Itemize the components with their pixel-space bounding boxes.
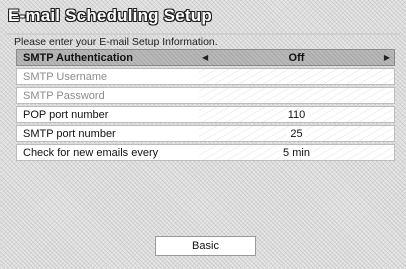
basic-button[interactable]: Basic	[155, 236, 256, 256]
setting-value: 25	[287, 127, 306, 140]
title-bar: E-mail Scheduling Setup	[0, 0, 406, 34]
setting-row-smtp-username: SMTP Username	[16, 68, 395, 85]
setting-row-smtp-port-number[interactable]: SMTP port number 25	[16, 125, 395, 142]
setting-row-smtp-password: SMTP Password	[16, 87, 395, 104]
setting-label: SMTP Username	[23, 70, 108, 83]
setting-value: Off	[288, 51, 305, 64]
divider	[6, 33, 400, 35]
check-interval-field[interactable]: 5 min	[199, 145, 394, 160]
setting-label: POP port number	[23, 108, 109, 121]
instruction-text: Please enter your E-mail Setup Informati…	[14, 36, 218, 48]
smtp-password-field	[199, 88, 394, 103]
setting-row-smtp-authentication[interactable]: SMTP Authentication ◀ Off ▶	[16, 49, 395, 66]
setting-row-pop-port-number[interactable]: POP port number 110	[16, 106, 395, 123]
setting-value-selector[interactable]: ◀ Off ▶	[199, 50, 394, 65]
pop-port-field[interactable]: 110	[199, 107, 394, 122]
email-scheduling-setup-screen: E-mail Scheduling Setup Please enter you…	[0, 0, 406, 269]
setting-label: SMTP port number	[23, 127, 116, 140]
setting-value: 5 min	[280, 146, 313, 159]
setting-row-check-new-emails[interactable]: Check for new emails every 5 min	[16, 144, 395, 161]
smtp-username-field	[199, 69, 394, 84]
setting-label: SMTP Password	[23, 89, 105, 102]
setting-label: Check for new emails every	[23, 146, 159, 159]
setting-value: 110	[284, 108, 309, 121]
setting-label: SMTP Authentication	[23, 51, 133, 64]
settings-list: SMTP Authentication ◀ Off ▶ SMTP Usernam…	[16, 49, 395, 163]
right-arrow-icon[interactable]: ▶	[384, 53, 390, 62]
left-arrow-icon[interactable]: ◀	[202, 53, 208, 62]
page-title: E-mail Scheduling Setup	[8, 6, 212, 25]
smtp-port-field[interactable]: 25	[199, 126, 394, 141]
